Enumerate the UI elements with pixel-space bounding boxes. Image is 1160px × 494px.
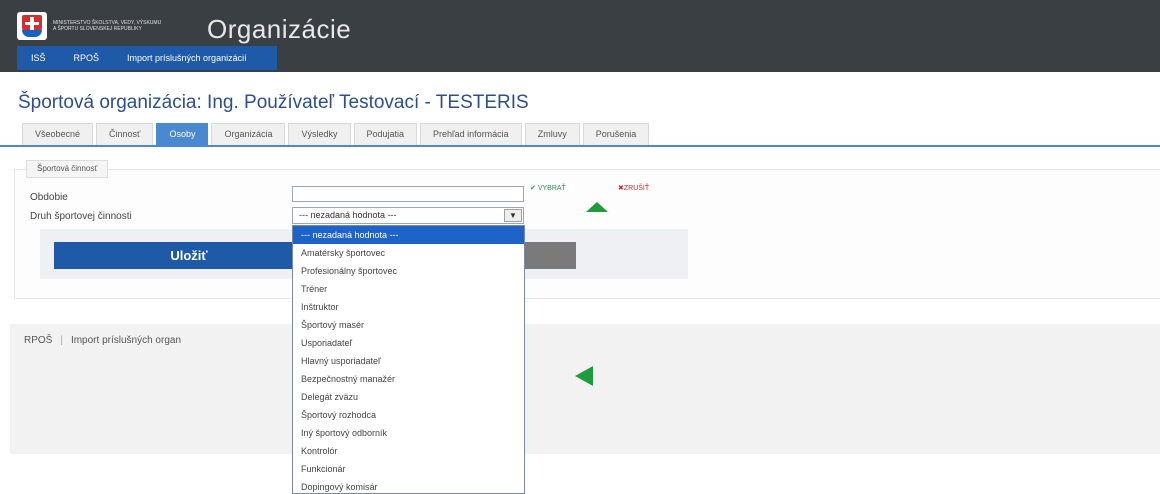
dropdown-option[interactable]: Delegát zväzu xyxy=(293,388,524,406)
dropdown-option[interactable]: Tréner xyxy=(293,280,524,298)
tab-prehlad-informacia[interactable]: Prehľad informácia xyxy=(420,123,522,145)
dropdown-option[interactable]: Kontrolór xyxy=(293,442,524,460)
vybrat-label: VYBRAŤ xyxy=(537,185,566,192)
page-footer xyxy=(10,324,1160,454)
tab-podujatia[interactable]: Podujatia xyxy=(353,123,418,145)
dropdown-option[interactable]: Bezpečnostný manažér xyxy=(293,370,524,388)
dropdown-option[interactable]: Usporiadateľ xyxy=(293,334,524,352)
dropdown-option[interactable]: Iný športový odborník xyxy=(293,424,524,442)
tab-organizacia[interactable]: Organizácia xyxy=(211,123,286,145)
dropdown-option[interactable]: Dopingový komisár xyxy=(293,478,524,493)
tab-underline xyxy=(0,145,1160,147)
druh-dropdown-list: --- nezadaná hodnota --- Amatérsky športo… xyxy=(292,225,525,494)
secondary-button[interactable] xyxy=(520,242,576,269)
tab-vysledky[interactable]: Výsledky xyxy=(288,123,351,145)
dropdown-option[interactable]: Amatérsky športovec xyxy=(293,244,524,262)
tab-vseobecne[interactable]: Všeobecné xyxy=(22,123,94,145)
druh-label: Druh športovej činnosti xyxy=(30,211,132,222)
ministry-name: MINISTERSTVO ŠKOLSTVA, VEDY, VÝSKUMU A Š… xyxy=(53,19,162,32)
tab-osoby[interactable]: Osoby xyxy=(156,123,209,145)
tab-cinnost[interactable]: Činnosť xyxy=(96,123,154,145)
dropdown-option[interactable]: --- nezadaná hodnota --- xyxy=(293,226,524,244)
vybrat-link[interactable]: ✔ VYBRAŤ xyxy=(530,184,566,192)
page-title: Športová organizácia: Ing. Používateľ Te… xyxy=(18,92,529,113)
footer-link-rpos[interactable]: RPOŠ xyxy=(24,335,52,346)
zrusit-link[interactable]: ✖ZRUŠIŤ xyxy=(618,184,649,192)
nav-item-rpos[interactable]: RPOŠ xyxy=(60,53,114,63)
footer-link-import[interactable]: Import príslušných organ xyxy=(71,335,181,346)
coat-of-arms-icon xyxy=(17,11,47,40)
dropdown-option[interactable]: Funkcionár xyxy=(293,460,524,478)
tab-bar: Všeobecné Činnosť Osoby Organizácia Výsl… xyxy=(22,123,652,145)
zrusit-label: ZRUŠIŤ xyxy=(623,185,650,192)
tab-porusenia[interactable]: Porušenia xyxy=(582,123,650,145)
dropdown-option[interactable]: Športový masér xyxy=(293,316,524,334)
save-button[interactable]: Uložiť xyxy=(54,242,324,269)
ministry-logo[interactable]: MINISTERSTVO ŠKOLSTVA, VEDY, VÝSKUMU A Š… xyxy=(17,9,177,42)
druh-select[interactable]: --- nezadaná hodnota --- ▼ xyxy=(292,207,524,224)
app-header: MINISTERSTVO ŠKOLSTVA, VEDY, VÝSKUMU A Š… xyxy=(0,0,1160,72)
obdobie-input[interactable] xyxy=(292,186,524,202)
druh-select-value: --- nezadaná hodnota --- xyxy=(299,210,397,220)
dropdown-option[interactable]: Hlavný usporiadateľ xyxy=(293,352,524,370)
dropdown-option[interactable]: Inštruktor xyxy=(293,298,524,316)
section-legend: Športová činnosť xyxy=(26,160,109,178)
top-navigation: ISŠ RPOŠ Import príslušných organizácií xyxy=(17,46,277,70)
app-title: Organizácie xyxy=(207,14,352,44)
chevron-down-icon[interactable]: ▼ xyxy=(504,209,522,222)
footer-links: RPOŠ | Import príslušných organ xyxy=(24,335,181,346)
check-icon: ✔ xyxy=(530,185,536,192)
nav-item-iss[interactable]: ISŠ xyxy=(17,53,60,63)
dropdown-option[interactable]: Športový rozhodca xyxy=(293,406,524,424)
tab-zmluvy[interactable]: Zmluvy xyxy=(524,123,580,145)
obdobie-label: Obdobie xyxy=(30,192,68,203)
dropdown-option[interactable]: Profesionálny športovec xyxy=(293,262,524,280)
nav-item-import[interactable]: Import príslušných organizácií xyxy=(113,53,261,63)
annotation-arrow-left-icon xyxy=(575,366,593,386)
annotation-arrow-up-icon xyxy=(586,202,608,212)
footer-separator: | xyxy=(60,335,63,346)
